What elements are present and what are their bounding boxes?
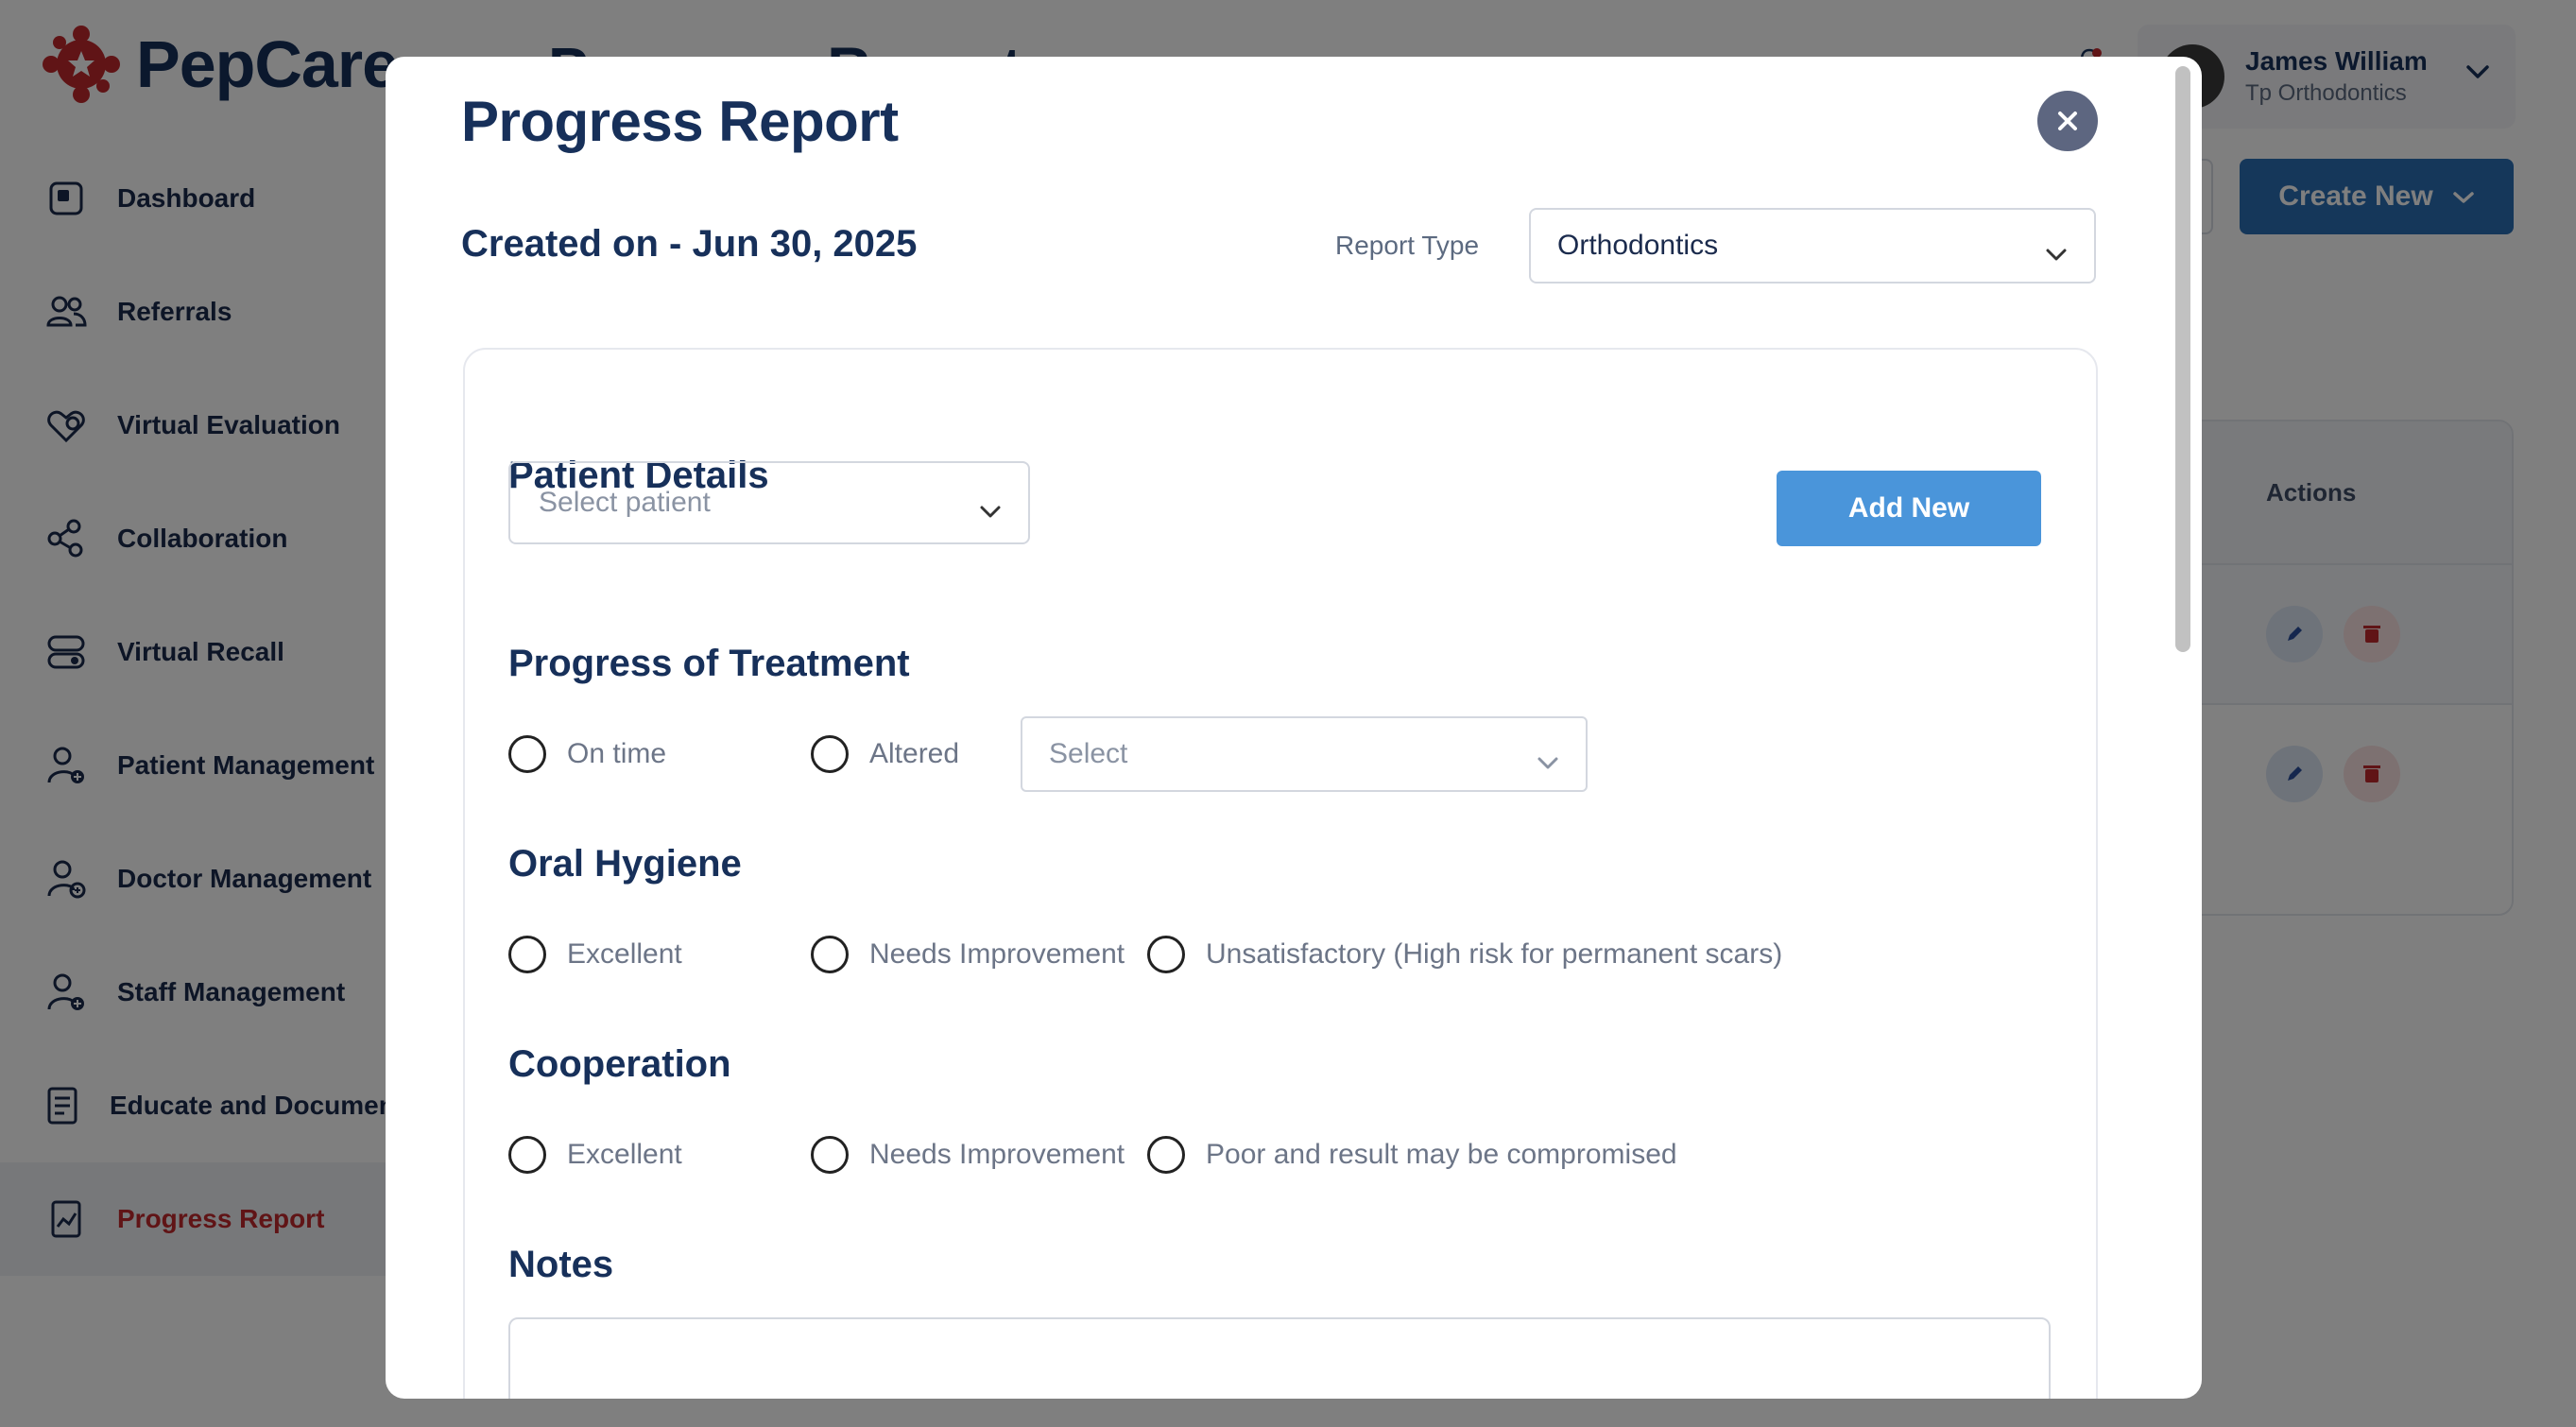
cooperation-heading: Cooperation [508,1043,731,1085]
radio-coop-needs-improvement[interactable]: Needs Improvement [811,1136,1125,1174]
radio-circle[interactable] [508,1136,546,1174]
report-type-label: Report Type [1335,231,1480,260]
modal-scrollbar-thumb[interactable] [2175,66,2190,652]
notes-textarea[interactable] [508,1317,2051,1399]
chevron-down-icon [1537,747,1559,779]
chevron-down-icon [2045,238,2068,270]
modal-title: Progress Report [461,90,899,153]
radio-oral-excellent[interactable]: Excellent [508,936,682,973]
radio-circle[interactable] [811,1136,849,1174]
radio-circle[interactable] [508,735,546,773]
radio-label: Needs Improvement [869,1139,1125,1170]
radio-label: Excellent [567,938,682,970]
progress-of-treatment-heading: Progress of Treatment [508,643,910,684]
radio-circle[interactable] [1147,1136,1185,1174]
patient-select[interactable]: Select patient [508,461,1030,544]
radio-circle[interactable] [811,936,849,973]
radio-coop-excellent[interactable]: Excellent [508,1136,682,1174]
created-on-date: Created on - Jun 30, 2025 [461,223,918,265]
notes-heading: Notes [508,1244,614,1285]
add-new-patient-button[interactable]: Add New [1777,471,2041,546]
radio-label: Needs Improvement [869,938,1125,970]
radio-label: Altered [869,738,960,769]
close-button[interactable] [2037,91,2098,151]
radio-oral-needs-improvement[interactable]: Needs Improvement [811,936,1125,973]
radio-on-time[interactable]: On time [508,735,666,773]
patient-select-placeholder: Select patient [539,487,711,518]
radio-label: Poor and result may be compromised [1206,1139,1677,1170]
radio-label: On time [567,738,667,769]
modal-content: Progress Report Created on - Jun 30, 202… [386,57,2172,1399]
radio-altered[interactable]: Altered [811,735,959,773]
report-type-value: Orthodontics [1557,230,1719,261]
altered-select-placeholder: Select [1049,738,1128,769]
radio-oral-unsatisfactory[interactable]: Unsatisfactory (High risk for permanent … [1147,936,1782,973]
radio-label: Unsatisfactory (High risk for permanent … [1206,938,1783,970]
radio-coop-poor[interactable]: Poor and result may be compromised [1147,1136,1677,1174]
close-icon [2058,112,2077,130]
altered-reason-select[interactable]: Select [1021,716,1588,792]
progress-report-modal: Progress Report Created on - Jun 30, 202… [386,57,2202,1399]
oral-hygiene-heading: Oral Hygiene [508,843,742,885]
report-type-select[interactable]: Orthodontics [1529,208,2096,284]
radio-circle[interactable] [811,735,849,773]
radio-circle[interactable] [508,936,546,973]
chevron-down-icon [979,495,1002,527]
radio-circle[interactable] [1147,936,1185,973]
radio-label: Excellent [567,1139,682,1170]
